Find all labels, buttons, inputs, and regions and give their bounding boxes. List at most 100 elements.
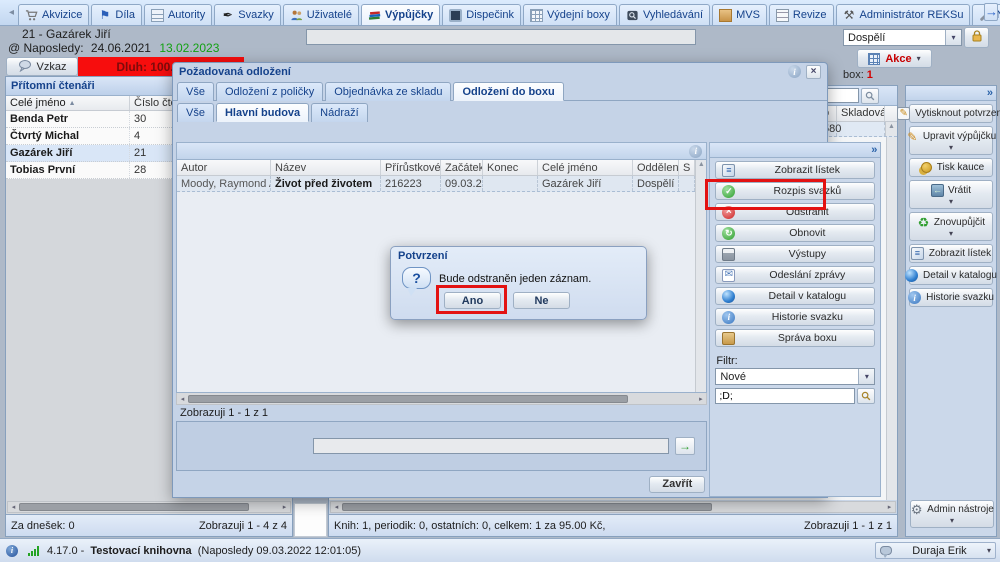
close-icon[interactable]: × xyxy=(806,65,821,79)
button-label: Vytisknout potvrzení xyxy=(915,108,1000,119)
subtab-nadrazi[interactable]: Nádraží xyxy=(311,103,368,122)
horizontal-scrollbar[interactable]: ◂ ▸ xyxy=(7,501,291,513)
tab-vypujcky[interactable]: Výpůjčky xyxy=(361,4,440,25)
vertical-scrollbar[interactable]: ▲ xyxy=(695,160,706,392)
scroll-right-icon[interactable]: ▸ xyxy=(884,503,895,511)
column-header-label: Skladová xyxy=(841,107,885,119)
tab-odlozeni-do-boxu[interactable]: Odložení do boxu xyxy=(453,82,563,101)
collapse-icon[interactable]: » xyxy=(871,144,877,156)
search-icon[interactable] xyxy=(857,388,875,404)
column-header-zacatek[interactable]: Začátek▲ xyxy=(441,160,483,175)
tab-revize[interactable]: Revize xyxy=(769,4,834,25)
scrollbar-thumb[interactable] xyxy=(342,503,712,511)
scroll-right-icon[interactable]: ▸ xyxy=(695,395,706,403)
hold-nazev: Život před životem xyxy=(271,176,381,191)
vertical-scrollbar[interactable] xyxy=(886,137,897,500)
hold-row-selected[interactable]: Moody, Raymond A Život před životem 2162… xyxy=(177,176,695,192)
tab-akvizice[interactable]: Akvizice xyxy=(18,4,89,25)
scroll-right-icon[interactable]: ▸ xyxy=(279,503,290,511)
column-header-cele-jmeno[interactable]: Celé jméno xyxy=(538,160,633,175)
column-header-autor[interactable]: Autor xyxy=(177,160,271,175)
lock-button[interactable] xyxy=(964,27,989,48)
tab-mvs[interactable]: MVS xyxy=(712,4,767,25)
akce-button[interactable]: Akce ▾ xyxy=(857,49,932,68)
filter-select[interactable]: Nové ▾ xyxy=(715,368,875,385)
tab-uzivatele[interactable]: Uživatelé xyxy=(283,4,359,25)
show-slip-button[interactable]: ≡ Zobrazit lístek xyxy=(715,161,875,179)
show-slip-button[interactable]: ≡ Zobrazit lístek xyxy=(909,244,993,263)
column-header-konec[interactable]: Konec xyxy=(483,160,538,175)
window-titlebar[interactable]: Požadovaná odložení i × xyxy=(173,63,827,80)
column-header-skladova[interactable]: Skladová xyxy=(837,106,885,121)
info-icon[interactable]: i xyxy=(6,545,18,557)
edit-loan-button[interactable]: ✎ Upravit výpůjčku ▾ xyxy=(909,126,993,155)
column-header-label: Přírůstkové ... xyxy=(385,162,441,174)
volume-breakdown-button[interactable]: ✓ Rozpis svazků xyxy=(715,182,875,200)
volume-history-button[interactable]: i Historie svazku xyxy=(909,288,993,307)
tab-vyhledavani[interactable]: Vyhledávání xyxy=(619,4,710,25)
volume-history-button[interactable]: i Historie svazku xyxy=(715,308,875,326)
books-icon xyxy=(368,9,381,22)
tab-dila[interactable]: ⚑ Díla xyxy=(91,4,142,25)
scrollbar-thumb[interactable] xyxy=(19,503,249,511)
subtab-vse[interactable]: Vše xyxy=(177,103,214,122)
horizontal-scrollbar[interactable]: ◂ ▸ xyxy=(330,501,896,513)
yes-button[interactable]: Ano xyxy=(444,292,501,309)
column-header-prirustkove[interactable]: Přírůstkové ... xyxy=(381,160,441,175)
tab-administrator-reksu[interactable]: ⚒ Administrátor REKSu xyxy=(836,4,971,25)
catalog-detail-button[interactable]: Detail v katalogu xyxy=(909,266,993,285)
close-window-button[interactable]: Zavřít xyxy=(649,476,705,493)
chevron-down-icon[interactable]: ▾ xyxy=(945,30,961,45)
book-icon: ≡ xyxy=(722,164,735,177)
horizontal-scrollbar[interactable]: ◂ ▸ xyxy=(176,393,707,405)
box-management-button[interactable]: Správa boxu xyxy=(715,329,875,347)
admin-tools-button[interactable]: ⚙ Admin nástroje ▾ xyxy=(910,500,994,528)
no-button[interactable]: Ne xyxy=(513,292,570,309)
loans-footer: Knih: 1, periodik: 0, ostatních: 0, celk… xyxy=(329,514,897,536)
tab-scroll-left-icon[interactable]: ◂ xyxy=(9,7,14,18)
return-button[interactable]: ← Vrátit ▾ xyxy=(909,180,993,209)
barcode-input[interactable] xyxy=(306,29,696,45)
chevron-down-icon[interactable]: ▾ xyxy=(858,369,874,384)
current-user-button[interactable]: Duraja Erik ▾ xyxy=(875,542,996,559)
vertical-scrollbar[interactable]: ▲ xyxy=(885,122,897,136)
tab-dispecink[interactable]: Dispečink xyxy=(442,4,521,25)
tab-odlozeni-z-policky[interactable]: Odložení z poličky xyxy=(216,82,323,101)
print-deposit-button[interactable]: Tisk kauce xyxy=(909,158,993,177)
search-icon[interactable] xyxy=(861,88,879,104)
renew-button[interactable]: ♻ Znovupůjčit ▾ xyxy=(909,212,993,241)
filter-input[interactable] xyxy=(715,388,855,404)
tab-label: Výdejní boxy xyxy=(547,9,610,21)
column-header-name[interactable]: Celé jméno ▲ xyxy=(6,96,130,110)
info-icon[interactable]: i xyxy=(788,65,801,78)
tab-scroll-right-icon[interactable]: → xyxy=(984,3,998,21)
column-header-oddeleni[interactable]: Oddělení xyxy=(633,160,679,175)
scrollbar-thumb[interactable] xyxy=(188,395,628,403)
print-confirmation-button[interactable]: ✎ Vytisknout potvrzení xyxy=(909,104,993,123)
column-header-nazev[interactable]: Název xyxy=(271,160,381,175)
remove-button[interactable]: × Odstranit xyxy=(715,203,875,221)
tab-vydejni-boxy[interactable]: Výdejní boxy xyxy=(523,4,617,25)
department-select[interactable]: Dospělí ▾ xyxy=(843,29,962,46)
info-icon[interactable]: i xyxy=(689,145,702,158)
doc-icon xyxy=(776,9,789,22)
column-header-s[interactable]: S xyxy=(679,160,695,175)
tab-autority[interactable]: Autority xyxy=(144,4,212,25)
outputs-button[interactable]: Výstupy xyxy=(715,245,875,263)
scroll-left-icon[interactable]: ◂ xyxy=(331,503,342,511)
hold-barcode-input[interactable] xyxy=(313,438,669,454)
collapse-icon[interactable]: » xyxy=(987,87,993,99)
scroll-left-icon[interactable]: ◂ xyxy=(8,503,19,511)
tab-objednavka-ze-skladu[interactable]: Objednávka ze skladu xyxy=(325,82,451,101)
message-button[interactable]: Vzkaz xyxy=(6,57,78,76)
send-message-button[interactable]: ✉ Odeslání zprávy xyxy=(715,266,875,284)
button-label: Upravit výpůjčku xyxy=(923,131,996,142)
pen-icon: ✒ xyxy=(221,9,234,22)
scroll-left-icon[interactable]: ◂ xyxy=(177,395,188,403)
tab-vse[interactable]: Vše xyxy=(177,82,214,101)
submit-arrow-icon[interactable]: → xyxy=(675,437,695,455)
tab-svazky[interactable]: ✒ Svazky xyxy=(214,4,280,25)
restore-button[interactable]: ↻ Obnovit xyxy=(715,224,875,242)
subtab-hlavni-budova[interactable]: Hlavní budova xyxy=(216,103,309,122)
catalog-detail-button[interactable]: Detail v katalogu xyxy=(715,287,875,305)
